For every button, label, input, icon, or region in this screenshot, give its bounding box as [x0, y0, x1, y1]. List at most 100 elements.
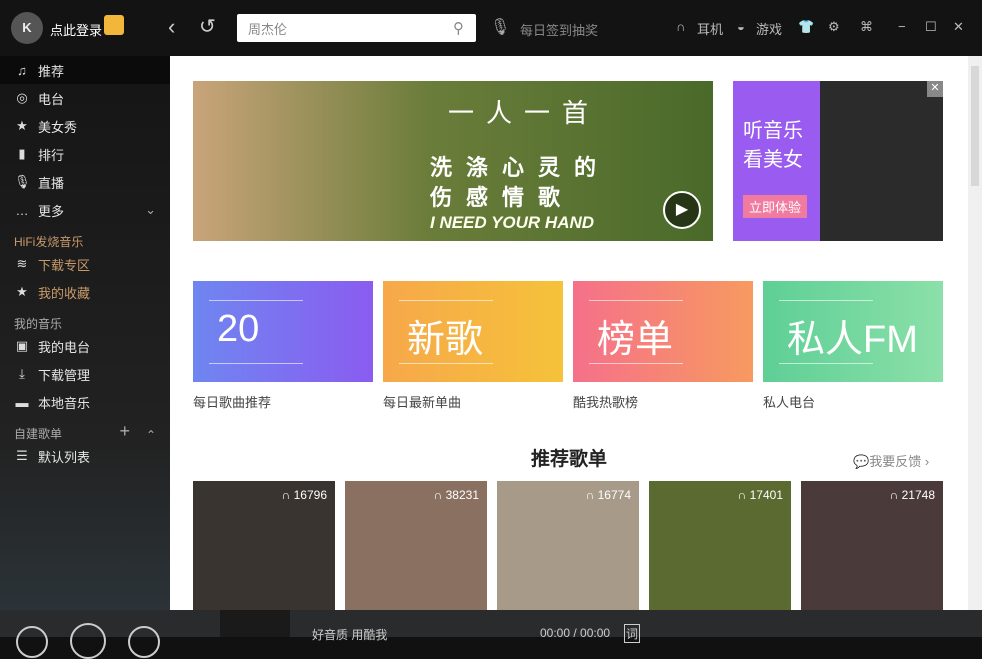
- sidebar-item-label: 更多: [38, 203, 65, 219]
- maximize-icon[interactable]: ☐: [925, 19, 937, 35]
- headphone-icon[interactable]: ∩: [676, 19, 685, 34]
- hifi-section-title: HiFi发烧音乐: [14, 235, 84, 249]
- play-count-value: 16796: [293, 488, 327, 502]
- card-2[interactable]: 榜单: [573, 281, 753, 382]
- radio-icon: ▣: [15, 338, 29, 353]
- divider: [589, 300, 683, 301]
- search-input[interactable]: [237, 14, 476, 42]
- sidebar-item-local-music[interactable]: ▬ 本地音乐: [0, 388, 170, 416]
- playlist-card[interactable]: ∩ 38231: [345, 481, 487, 610]
- sidebar-item-recommend[interactable]: ♫ 推荐: [0, 56, 170, 84]
- sidebar-item-label: 本地音乐: [38, 395, 91, 411]
- card-caption[interactable]: 私人电台: [763, 392, 815, 411]
- play-count-value: 38231: [445, 488, 479, 502]
- add-icon[interactable]: +: [119, 421, 130, 442]
- play-count: ∩ 38231: [434, 488, 479, 502]
- refresh-icon[interactable]: ↺: [199, 14, 216, 39]
- banner-line2: 洗涤心灵的: [430, 155, 611, 180]
- game-link[interactable]: 游戏: [756, 19, 782, 38]
- play-count: ∩ 16774: [586, 488, 631, 502]
- headphone-link[interactable]: 耳机: [697, 19, 723, 38]
- divider: [399, 363, 493, 364]
- gamepad-icon[interactable]: ◒: [737, 19, 745, 34]
- lyric-button[interactable]: 词: [624, 624, 641, 643]
- back-icon[interactable]: ‹: [168, 14, 175, 40]
- sidebar-item-live[interactable]: 🎙 直播: [0, 168, 170, 196]
- divider: [589, 363, 683, 364]
- prev-button[interactable]: [16, 626, 48, 658]
- sidebar-item-default-list[interactable]: ☰ 默认列表: [0, 442, 170, 470]
- headphone-icon: ∩: [889, 488, 902, 502]
- play-button[interactable]: [70, 623, 106, 659]
- album-cover[interactable]: [220, 610, 290, 637]
- playlist-card[interactable]: ∩ 17401: [649, 481, 791, 610]
- divider: [399, 300, 493, 301]
- main-content: 一人一首 洗涤心灵的 伤感情歌 I NEED YOUR HAND ▶ 听音乐 看美女…: [170, 56, 968, 610]
- ad-line2: 看美女: [743, 149, 803, 171]
- star-icon: ★: [16, 284, 28, 299]
- daily-sign-in[interactable]: 每日签到抽奖: [520, 20, 598, 39]
- feedback-link[interactable]: 💬我要反馈 ›: [853, 451, 929, 470]
- card-caption[interactable]: 每日歌曲推荐: [193, 392, 271, 411]
- scrollbar[interactable]: [968, 56, 982, 610]
- card-caption[interactable]: 酷我热歌榜: [573, 392, 638, 411]
- time-display: 00:00 / 00:00: [540, 626, 611, 640]
- chevron-down-icon[interactable]: ⌄: [145, 202, 156, 218]
- sidebar-item-show[interactable]: ★ 美女秀: [0, 112, 170, 140]
- sidebar-item-my-radio[interactable]: ▣ 我的电台: [0, 332, 170, 360]
- card-caption[interactable]: 每日最新单曲: [383, 392, 461, 411]
- ad-text: 听音乐 看美女: [743, 117, 803, 175]
- gift-icon[interactable]: [104, 15, 124, 35]
- ad-banner[interactable]: 听音乐 看美女 立即体验 ✕: [733, 81, 943, 241]
- skin-icon[interactable]: 👕: [798, 19, 814, 35]
- sidebar-item-label: 推荐: [38, 63, 65, 79]
- playlist-card[interactable]: ∩ 16774: [497, 481, 639, 610]
- gear-icon[interactable]: ⚙: [828, 19, 840, 35]
- login-link[interactable]: 点此登录: [50, 20, 102, 39]
- search-icon[interactable]: ⚲: [453, 19, 464, 37]
- mini-mode-icon[interactable]: ⌘: [860, 19, 873, 35]
- card-0[interactable]: 20: [193, 281, 373, 382]
- sidebar-item-radio[interactable]: ◎ 电台: [0, 84, 170, 112]
- sidebar-item-label: 下载专区: [38, 257, 91, 273]
- sidebar-item-label: 美女秀: [38, 119, 78, 135]
- playlist-section-title: 自建歌单: [14, 427, 63, 441]
- chevron-up-icon[interactable]: ⌃: [146, 428, 156, 442]
- card-title: 20: [217, 308, 260, 350]
- headphone-icon: ∩: [433, 488, 446, 502]
- monitor-icon: ▬: [15, 394, 29, 410]
- card-title: 榜单: [597, 319, 674, 361]
- ad-button[interactable]: 立即体验: [743, 195, 808, 218]
- minimize-icon[interactable]: −: [898, 19, 906, 34]
- card-3[interactable]: 私人FM: [763, 281, 943, 382]
- next-button[interactable]: [128, 626, 160, 658]
- card-title: 新歌: [407, 319, 484, 361]
- playlist-card[interactable]: ∩ 21748: [801, 481, 943, 610]
- sidebar-item-more[interactable]: … 更多 ⌄: [0, 196, 170, 224]
- headphone-icon: ∩: [585, 488, 598, 502]
- sidebar-item-download-zone[interactable]: ≋ 下载专区: [0, 250, 170, 278]
- play-icon[interactable]: ▶: [663, 191, 701, 229]
- sidebar-item-favorites[interactable]: ★ 我的收藏: [0, 278, 170, 306]
- card-1[interactable]: 新歌: [383, 281, 563, 382]
- star-icon: ★: [16, 118, 28, 133]
- section-title: 推荐歌单: [530, 449, 607, 470]
- radio-icon: ◎: [16, 90, 28, 105]
- headphone-icon: ∩: [281, 488, 294, 502]
- scrollbar-thumb[interactable]: [971, 66, 979, 186]
- close-icon[interactable]: ✕: [927, 81, 943, 97]
- sidebar-item-label: 我的电台: [38, 339, 91, 355]
- sidebar-item-downloads[interactable]: ⤓ 下载管理: [0, 360, 170, 388]
- avatar[interactable]: K: [11, 12, 43, 44]
- mic-icon[interactable]: 🎙: [490, 17, 510, 37]
- sidebar-item-label: 直播: [38, 175, 65, 191]
- playlist-card[interactable]: ∩ 16796: [193, 481, 335, 610]
- song-title: 好音质 用酷我: [312, 628, 388, 642]
- banner[interactable]: 一人一首 洗涤心灵的 伤感情歌 I NEED YOUR HAND ▶: [193, 81, 713, 241]
- sidebar-item-rank[interactable]: ▮ 排行: [0, 140, 170, 168]
- close-icon[interactable]: ✕: [953, 19, 964, 35]
- sidebar-item-label: 默认列表: [38, 449, 91, 465]
- divider: [779, 300, 873, 301]
- card-title: 私人FM: [787, 319, 918, 361]
- banner-line3: 伤感情歌: [430, 185, 575, 210]
